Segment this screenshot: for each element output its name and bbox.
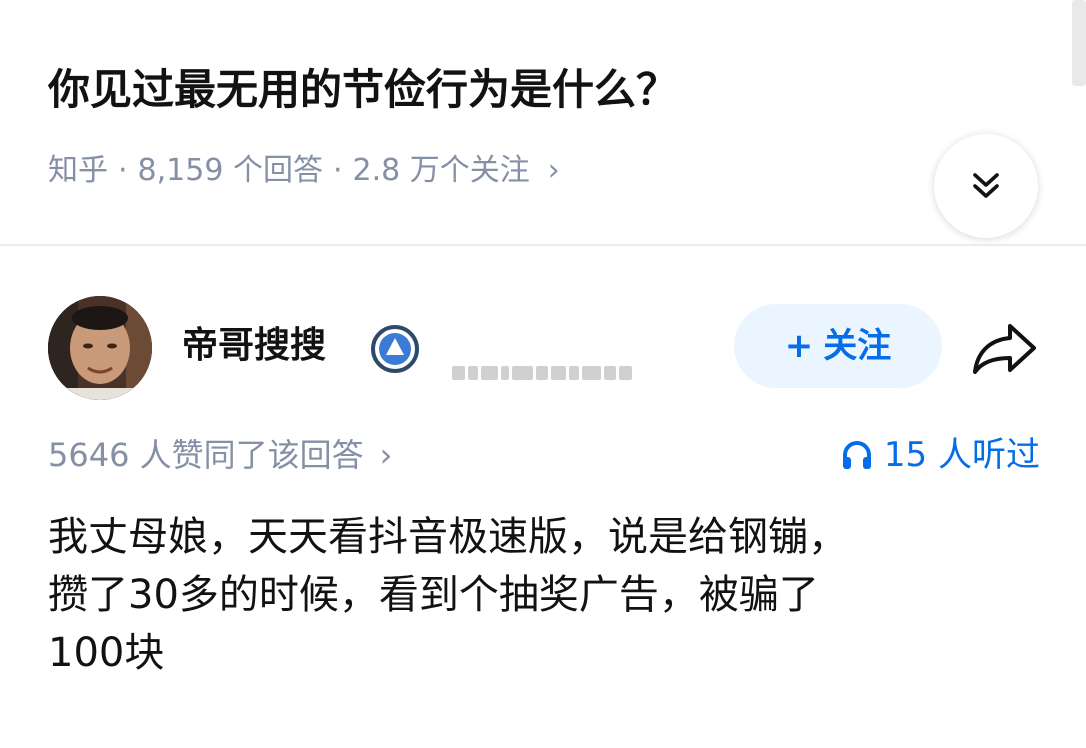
answer-content[interactable]: 我丈母娘，天天看抖音极速版，说是给钢镚， 攒了30多的时候，看到个抽奖广告，被骗…	[48, 508, 1048, 682]
follow-label: 关注	[823, 326, 892, 366]
chevron-right-icon: ›	[379, 436, 393, 474]
source-label: 知乎	[48, 153, 108, 188]
answer-line: 攒了30多的时候，看到个抽奖广告，被骗了	[48, 572, 819, 618]
listen-count-text: 15 人听过	[883, 435, 1040, 475]
author-name[interactable]: 帝哥搜搜	[182, 320, 326, 372]
plus-icon: +	[784, 326, 814, 366]
double-chevron-down-icon	[973, 173, 999, 198]
vote-count-text: 5646 人赞同了该回答	[48, 436, 364, 474]
answer-count: 8,159 个回答	[137, 153, 323, 188]
question-meta[interactable]: 知乎 · 8,159 个回答 · 2.8 万个关注 ›	[48, 148, 560, 194]
scrollbar[interactable]	[1072, 0, 1086, 86]
listen-count[interactable]: 15 人听过	[840, 430, 1040, 480]
section-divider	[0, 244, 1086, 246]
expand-question-button[interactable]	[934, 134, 1038, 238]
verified-badge-icon[interactable]	[370, 324, 420, 374]
follow-button[interactable]: + 关注	[734, 304, 942, 388]
meta-separator: ·	[118, 153, 128, 188]
headphones-icon	[842, 441, 871, 469]
zhihu-answer-page: 你见过最无用的节俭行为是什么？ 知乎 · 8,159 个回答 · 2.8 万个关…	[0, 0, 1086, 748]
follower-count: 2.8 万个关注	[352, 153, 530, 188]
author-avatar[interactable]	[48, 296, 152, 400]
share-arrow-icon[interactable]	[970, 318, 1040, 378]
answer-line: 100块	[48, 630, 165, 676]
question-title[interactable]: 你见过最无用的节俭行为是什么？	[48, 58, 678, 122]
vote-summary[interactable]: 5646 人赞同了该回答 ›	[48, 430, 392, 480]
meta-separator: ·	[332, 153, 343, 188]
answer-line: 我丈母娘，天天看抖音极速版，说是给钢镚，	[48, 514, 848, 560]
blurred-signature	[452, 364, 632, 382]
chevron-right-icon: ›	[547, 153, 560, 188]
